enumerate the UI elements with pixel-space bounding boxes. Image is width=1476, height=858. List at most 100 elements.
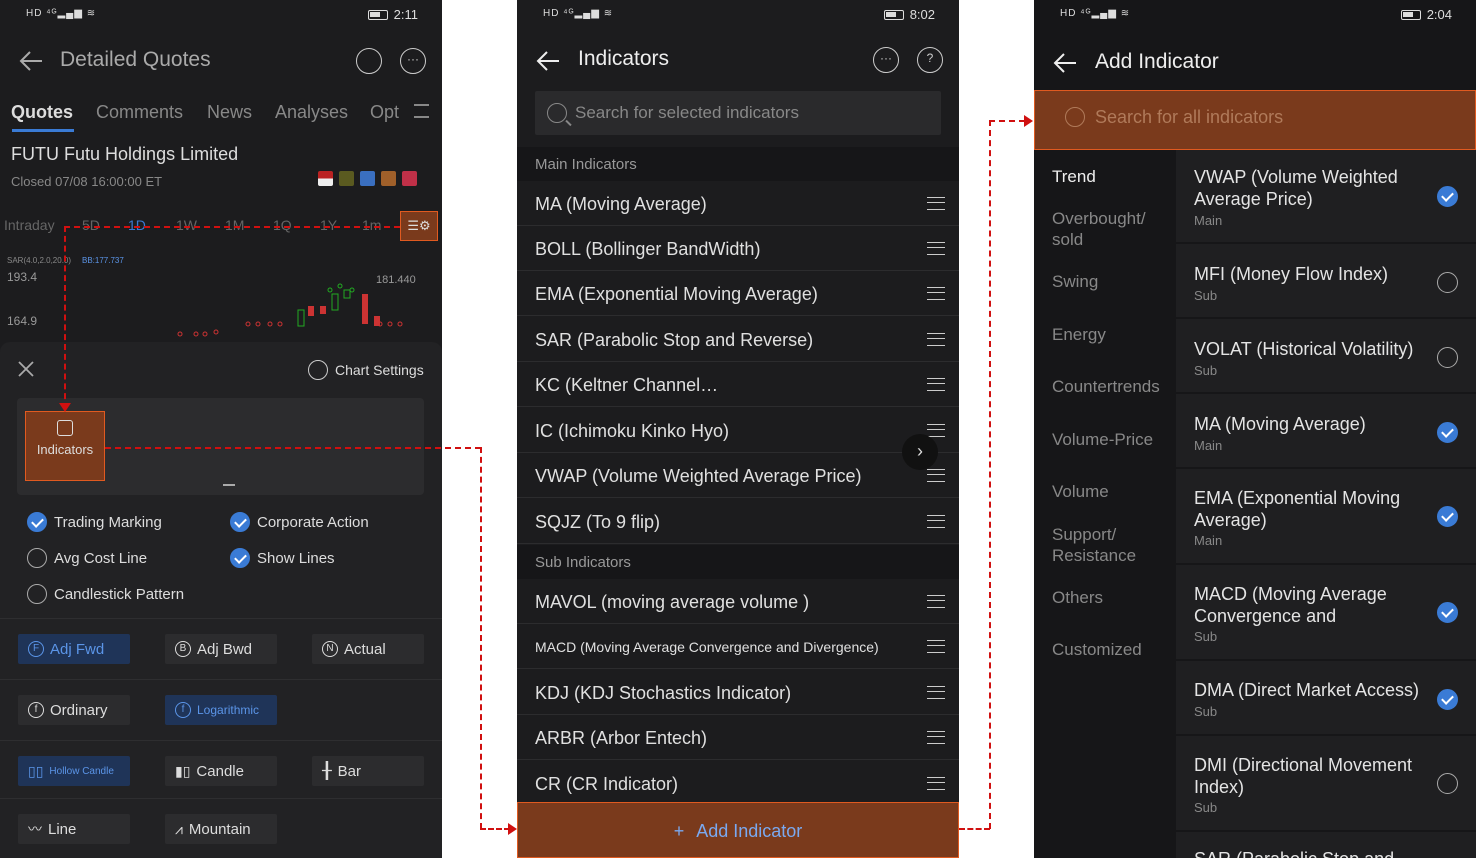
tray-handle[interactable] <box>223 484 235 486</box>
search-selected-input[interactable]: Search for selected indicators <box>535 91 941 135</box>
range-1y[interactable]: 1Y <box>320 217 337 233</box>
indicator-item[interactable]: SAR (Parabolic Stop and <box>1176 832 1476 858</box>
sub-indicator-row[interactable]: ARBR (Arbor Entech) <box>517 715 959 760</box>
heart-icon[interactable] <box>402 171 417 186</box>
option-hollow-candle[interactable]: ▯▯ Hollow Candle <box>18 756 130 786</box>
main-indicator-row[interactable]: EMA (Exponential Moving Average) <box>517 271 959 316</box>
chevron-right-icon[interactable]: › <box>902 434 938 470</box>
category-volume-price[interactable]: Volume-Price <box>1034 429 1176 450</box>
gear-icon[interactable] <box>308 360 328 380</box>
drag-handle-icon[interactable] <box>927 777 945 790</box>
unchecked-icon[interactable] <box>1437 272 1458 293</box>
option-adj-bwd[interactable]: B Adj Bwd <box>165 634 277 664</box>
help-icon[interactable]: ? <box>917 47 943 73</box>
add-indicator-button[interactable]: + Add Indicator <box>517 802 959 858</box>
sub-indicator-row[interactable]: KDJ (KDJ Stochastics Indicator) <box>517 670 959 715</box>
checked-icon[interactable] <box>1437 422 1458 443</box>
check-corporate-action[interactable]: Corporate Action <box>230 512 369 532</box>
indicators-button[interactable]: Indicators <box>25 411 105 481</box>
option-candle[interactable]: ▮▯ Candle <box>165 756 277 786</box>
main-indicator-row[interactable]: MA (Moving Average) <box>517 181 959 226</box>
back-arrow-icon[interactable] <box>535 48 561 74</box>
drag-handle-icon[interactable] <box>927 640 945 653</box>
drag-handle-icon[interactable] <box>927 378 945 391</box>
more-icon[interactable]: ··· <box>400 48 426 74</box>
unchecked-icon[interactable] <box>1437 773 1458 794</box>
sub-indicator-row[interactable]: MAVOL (moving average volume ) <box>517 579 959 624</box>
indicator-item[interactable]: MFI (Money Flow Index) Sub <box>1176 244 1476 319</box>
check-candlestick-pattern[interactable]: Candlestick Pattern <box>27 584 184 604</box>
category-customized[interactable]: Customized <box>1034 639 1176 660</box>
drag-handle-icon[interactable] <box>927 686 945 699</box>
search-icon[interactable] <box>356 48 382 74</box>
main-indicator-row[interactable]: SAR (Parabolic Stop and Reverse) <box>517 317 959 362</box>
tab-quotes[interactable]: Quotes <box>11 102 73 123</box>
drag-handle-icon[interactable] <box>927 333 945 346</box>
indicator-item[interactable]: MA (Moving Average) Main <box>1176 394 1476 469</box>
main-indicator-row[interactable]: BOLL (Bollinger BandWidth) <box>517 226 959 271</box>
checked-icon[interactable] <box>1437 186 1458 207</box>
category-energy[interactable]: Energy <box>1034 324 1176 345</box>
indicator-item[interactable]: EMA (Exponential Moving Average) Main <box>1176 469 1476 565</box>
range-1d[interactable]: 1D <box>128 217 146 233</box>
category-volume[interactable]: Volume <box>1034 481 1176 502</box>
category-others[interactable]: Others <box>1034 587 1176 608</box>
close-icon[interactable] <box>17 360 35 378</box>
range-1q[interactable]: 1Q <box>273 217 292 233</box>
range-1w[interactable]: 1W <box>176 217 197 233</box>
category-countertrends[interactable]: Countertrends <box>1034 376 1176 397</box>
indicator-item[interactable]: MACD (Moving Average Convergence and Sub <box>1176 565 1476 661</box>
drag-handle-icon[interactable] <box>927 731 945 744</box>
range-1m[interactable]: 1M <box>225 217 244 233</box>
indicator-item[interactable]: DMI (Directional Movement Index) Sub <box>1176 736 1476 832</box>
indicator-item[interactable]: DMA (Direct Market Access) Sub <box>1176 661 1476 736</box>
back-arrow-icon[interactable] <box>18 48 44 74</box>
range-1min[interactable]: 1m <box>362 217 381 233</box>
option-bar[interactable]: ╂ Bar <box>312 756 424 786</box>
option-actual[interactable]: N Actual <box>312 634 424 664</box>
tab-options[interactable]: Opt <box>370 102 399 123</box>
main-indicator-row[interactable]: VWAP (Volume Weighted Average Price) <box>517 453 959 498</box>
check-trading-marking[interactable]: Trading Marking <box>27 512 162 532</box>
main-indicator-row[interactable]: IC (Ichimoku Kinko Hyo) <box>517 408 959 453</box>
sub-indicator-row[interactable]: MACD (Moving Average Convergence and Div… <box>517 624 959 669</box>
unchecked-icon[interactable] <box>1437 347 1458 368</box>
checked-icon[interactable] <box>1437 689 1458 710</box>
drag-handle-icon[interactable] <box>927 515 945 528</box>
main-indicator-row[interactable]: KC (Keltner Channel… <box>517 362 959 407</box>
more-icon[interactable]: ··· <box>873 47 899 73</box>
range-5d[interactable]: 5D <box>82 217 100 233</box>
tab-comments[interactable]: Comments <box>96 102 183 123</box>
check-show-lines[interactable]: Show Lines <box>230 548 335 568</box>
category-trend[interactable]: Trend <box>1034 166 1176 187</box>
category-overbought-sold[interactable]: Overbought/ sold <box>1034 208 1176 250</box>
search-all-input[interactable]: Search for all indicators <box>1034 90 1476 150</box>
drag-handle-icon[interactable] <box>927 595 945 608</box>
tab-menu-icon[interactable] <box>414 104 429 118</box>
chart-settings-link[interactable]: Chart Settings <box>335 362 424 378</box>
tab-news[interactable]: News <box>207 102 252 123</box>
option-logarithmic[interactable]: f Logarithmic <box>165 695 277 725</box>
back-arrow-icon[interactable] <box>1052 50 1078 76</box>
main-indicator-row[interactable]: SQJZ (To 9 flip) <box>517 499 959 544</box>
drag-handle-icon[interactable] <box>927 424 945 437</box>
sub-indicator-row[interactable]: CR (CR Indicator) <box>517 761 959 806</box>
checked-icon[interactable] <box>1437 602 1458 623</box>
option-adj-fwd[interactable]: F Adj Fwd <box>18 634 130 664</box>
option-line[interactable]: 〰 Line <box>18 814 130 844</box>
indicator-item[interactable]: VWAP (Volume Weighted Average Price) Mai… <box>1176 150 1476 244</box>
chart-settings-icon[interactable]: ☰⚙ <box>400 211 438 241</box>
drag-handle-icon[interactable] <box>927 197 945 210</box>
category-swing[interactable]: Swing <box>1034 271 1176 292</box>
range-intraday[interactable]: Intraday <box>4 217 55 233</box>
check-avg-cost-line[interactable]: Avg Cost Line <box>27 548 147 568</box>
indicator-item[interactable]: VOLAT (Historical Volatility) Sub <box>1176 319 1476 394</box>
checked-icon[interactable] <box>1437 506 1458 527</box>
option-ordinary[interactable]: f Ordinary <box>18 695 130 725</box>
tab-analyses[interactable]: Analyses <box>275 102 348 123</box>
category-support-resistance[interactable]: Support/ Resistance <box>1034 524 1164 566</box>
drag-handle-icon[interactable] <box>927 469 945 482</box>
drag-handle-icon[interactable] <box>927 242 945 255</box>
option-mountain[interactable]: ⩘ Mountain <box>165 814 277 844</box>
drag-handle-icon[interactable] <box>927 287 945 300</box>
